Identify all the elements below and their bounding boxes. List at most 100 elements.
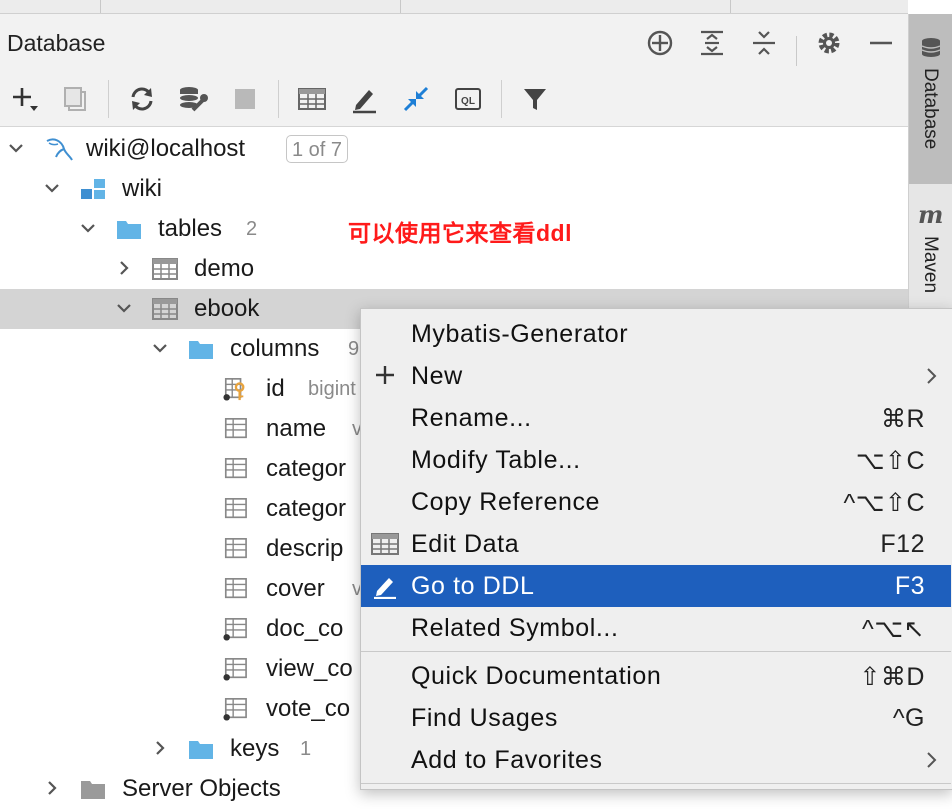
menu-item-label: New <box>411 362 463 390</box>
folder-icon <box>189 741 213 759</box>
menu-item-mybatis-generator[interactable]: Mybatis-Generator <box>361 313 951 355</box>
refresh-icon[interactable] <box>123 80 161 118</box>
context-menu: Mybatis-Generator New Rename... ⌘R Modif… <box>360 308 952 790</box>
column-icon <box>224 418 247 439</box>
chevron-down-icon[interactable] <box>6 138 26 158</box>
tree-node-table[interactable]: demo <box>0 249 908 289</box>
menu-item-quick-documentation[interactable]: Quick Documentation ⇧⌘D <box>361 655 951 697</box>
table-label: demo <box>194 255 255 282</box>
plus-icon <box>376 366 394 384</box>
maven-icon: m <box>918 200 944 229</box>
crosshair-icon[interactable] <box>643 26 677 60</box>
not-null-column-icon <box>223 658 247 681</box>
menu-item-label: Find Usages <box>411 704 558 732</box>
menu-item-shortcut: ^G <box>892 704 925 732</box>
menu-item-label: Go to DDL <box>411 572 535 600</box>
minimize-icon[interactable] <box>864 26 898 60</box>
chevron-down-icon[interactable] <box>150 338 170 358</box>
table-icon <box>152 258 178 280</box>
duplicate-icon[interactable] <box>56 80 94 118</box>
filter-icon[interactable] <box>516 80 554 118</box>
column-name: vote_co <box>266 695 351 722</box>
keys-count: 1 <box>300 738 312 760</box>
menu-item-find-usages[interactable]: Find Usages ^G <box>361 697 951 739</box>
not-null-column-icon <box>223 698 247 721</box>
menu-item-label: Copy Reference <box>411 488 601 516</box>
menu-item-label: Quick Documentation <box>411 662 662 690</box>
menu-item-related-symbol[interactable]: Related Symbol... ^⌥↖ <box>361 607 951 649</box>
chevron-down-icon[interactable] <box>114 298 134 318</box>
column-name: doc_co <box>266 615 344 642</box>
column-icon <box>224 498 247 519</box>
tab-separator <box>730 0 731 13</box>
column-name: categor <box>266 495 347 522</box>
chevron-down-icon[interactable] <box>42 178 62 198</box>
chevron-down-icon[interactable] <box>78 218 98 238</box>
chevron-right-icon[interactable] <box>150 738 170 758</box>
menu-item-label: Edit Data <box>411 530 520 558</box>
sidebar-tab-label: Maven <box>920 236 941 294</box>
gear-icon[interactable] <box>812 26 846 60</box>
collapse-all-icon[interactable] <box>747 26 781 60</box>
edit-icon[interactable] <box>345 80 383 118</box>
menu-item-new[interactable]: New <box>361 355 951 397</box>
column-name: cover <box>266 575 325 602</box>
menu-item-copy-reference[interactable]: Copy Reference ^⌥⇧C <box>361 481 951 523</box>
expand-all-icon[interactable] <box>695 26 729 60</box>
database-icon <box>921 38 941 57</box>
tool-window-title: Database <box>7 30 106 56</box>
tab-separator <box>100 0 101 13</box>
tool-window-header: Database <box>0 14 908 72</box>
annotation-text: 可以使用它来查看ddl <box>348 220 572 246</box>
menu-item-shortcut: F3 <box>894 572 925 600</box>
menu-item-label: Rename... <box>411 404 532 432</box>
column-name: descrip <box>266 535 344 562</box>
menu-item-go-to-ddl[interactable]: Go to DDL F3 <box>361 565 951 607</box>
table-icon <box>371 533 399 555</box>
not-null-column-icon <box>223 618 247 641</box>
table-icon <box>152 298 178 320</box>
sidebar-tab-label: Database <box>920 68 941 150</box>
menu-item-edit-data[interactable]: Edit Data F12 <box>361 523 951 565</box>
menu-item-shortcut: F12 <box>880 530 925 558</box>
edit-icon <box>374 578 396 599</box>
menu-item-shortcut: ^⌥⇧C <box>843 489 925 517</box>
schema-icon <box>81 179 105 199</box>
db-properties-icon[interactable] <box>174 80 212 118</box>
header-separator <box>796 36 797 66</box>
tree-node-datasource[interactable]: wiki@localhost 1 of 7 <box>0 129 908 169</box>
submenu-arrow-icon <box>927 752 937 768</box>
menu-item-rename[interactable]: Rename... ⌘R <box>361 397 951 439</box>
chevron-right-icon[interactable] <box>42 778 62 798</box>
add-icon[interactable] <box>6 80 44 118</box>
table-view-icon[interactable] <box>293 80 331 118</box>
submenu-arrow-icon <box>927 368 937 384</box>
stop-icon[interactable] <box>226 80 264 118</box>
menu-separator <box>361 651 951 652</box>
columns-folder-label: columns <box>230 335 320 362</box>
column-icon <box>224 538 247 559</box>
menu-item-shortcut: ⌘R <box>880 405 925 433</box>
folder-icon <box>81 781 105 799</box>
datasource-badge: 1 of 7 <box>286 135 349 163</box>
query-console-icon[interactable]: QL <box>449 80 487 118</box>
tree-node-schema[interactable]: wiki <box>0 169 908 209</box>
svg-text:QL: QL <box>461 96 475 107</box>
column-name: categor <box>266 455 347 482</box>
menu-item-shortcut: ⌥⇧C <box>855 447 925 475</box>
toolbar-separator <box>108 80 109 118</box>
table-label: ebook <box>194 295 260 322</box>
column-icon <box>224 458 247 479</box>
database-toolbar: QL <box>0 72 908 127</box>
chevron-right-icon[interactable] <box>114 258 134 278</box>
primary-key-column-icon <box>223 378 245 401</box>
menu-item-modify-table[interactable]: Modify Table... ⌥⇧C <box>361 439 951 481</box>
compare-icon[interactable] <box>397 80 435 118</box>
sidebar-tab-database[interactable]: Database <box>909 14 952 184</box>
toolbar-separator <box>278 80 279 118</box>
menu-item-add-to-favorites[interactable]: Add to Favorites <box>361 739 951 781</box>
tab-separator <box>400 0 401 13</box>
column-type: bigint <box>308 378 356 400</box>
sidebar-tab-maven[interactable]: m Maven <box>909 200 952 320</box>
schema-label: wiki <box>122 175 162 202</box>
